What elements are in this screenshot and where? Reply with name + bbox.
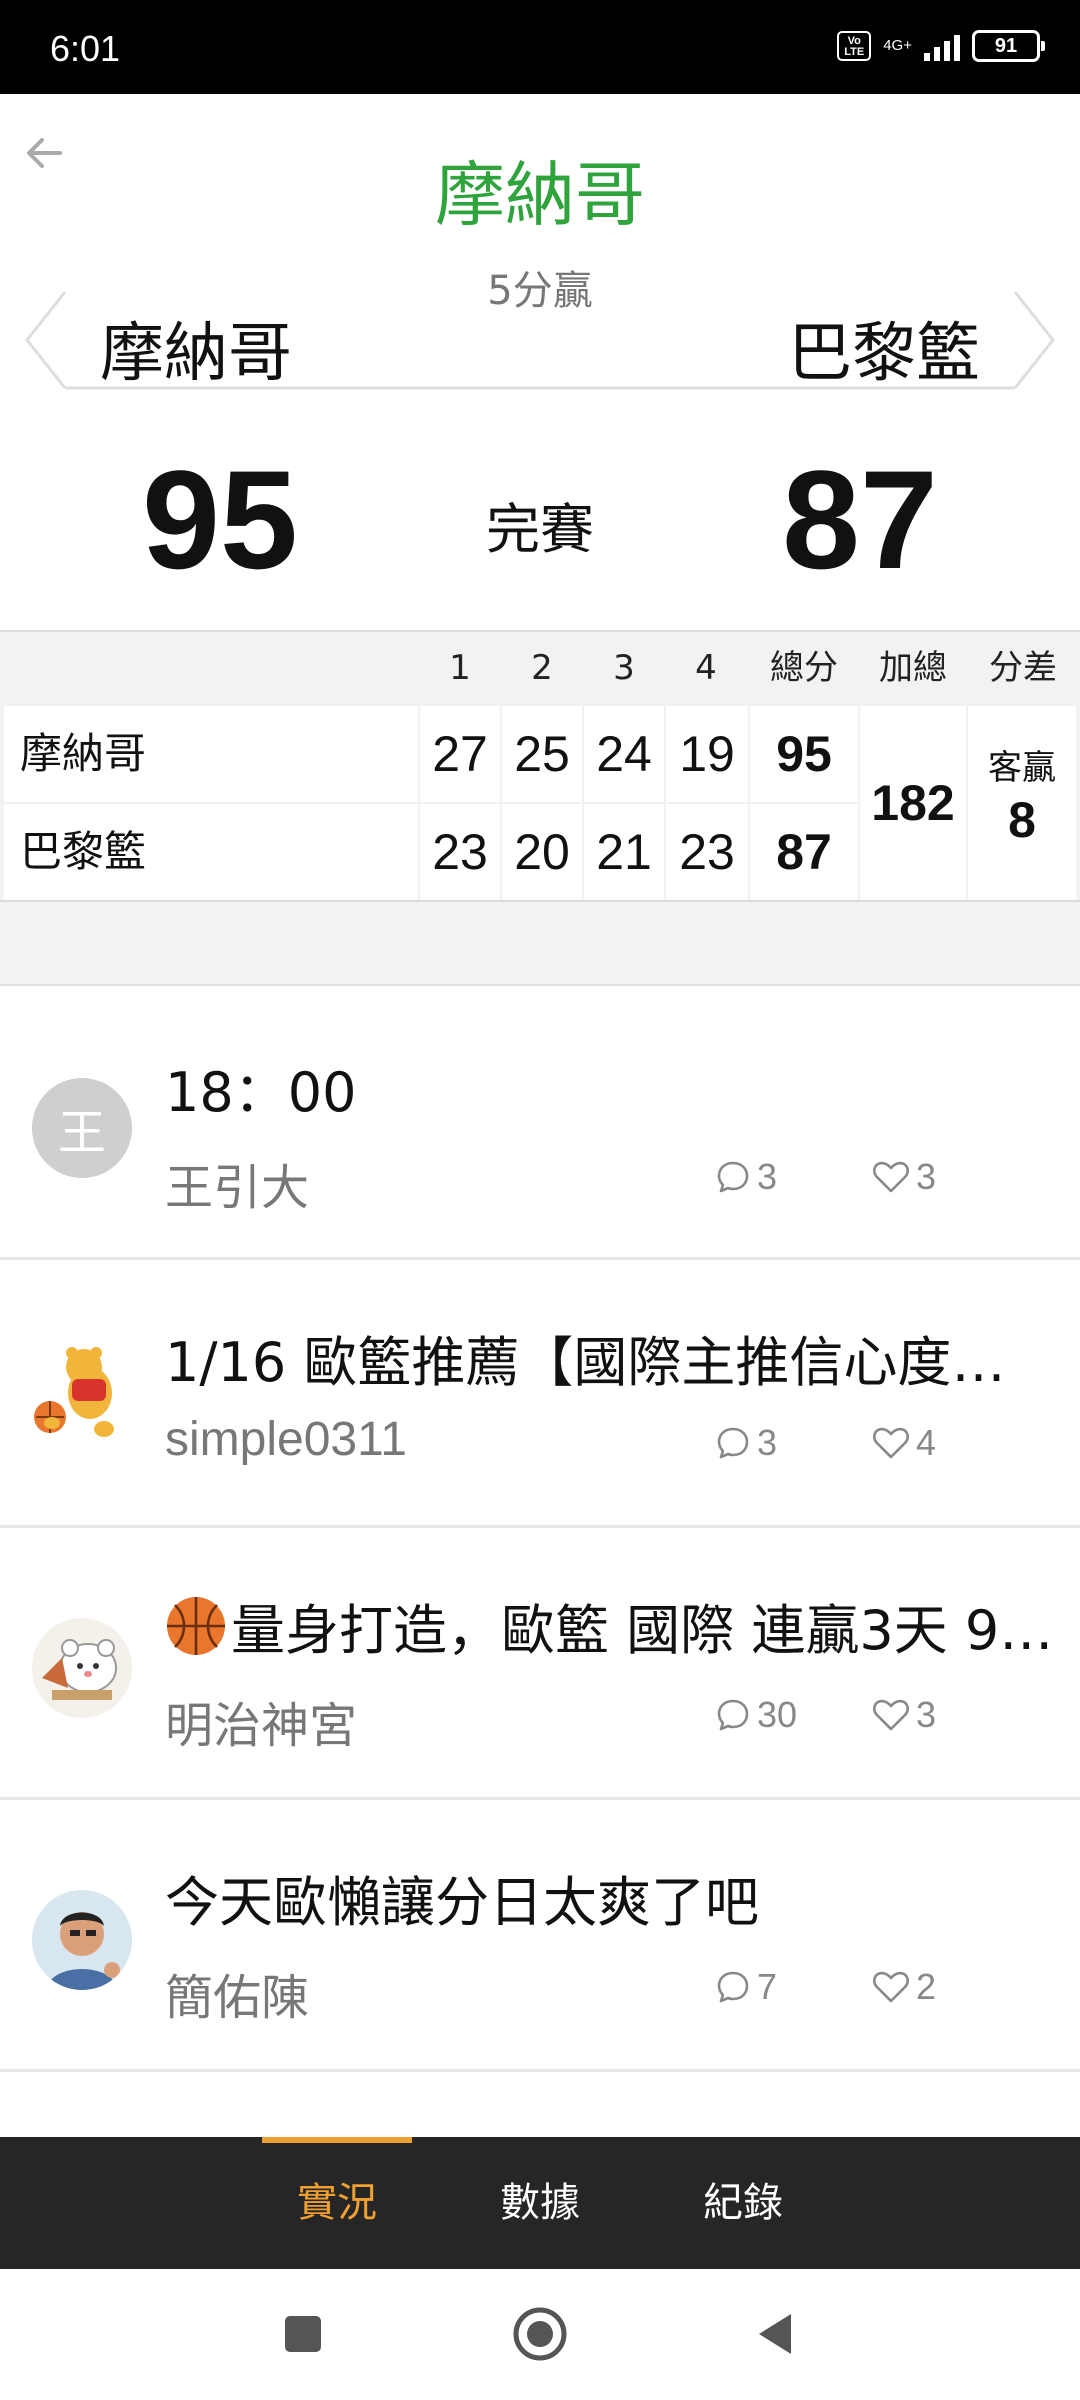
box-total: 95: [750, 706, 858, 802]
header-diff: 分差: [989, 648, 1057, 688]
status-icons: Vo LTE 4G+ 91: [837, 30, 1045, 62]
like-count[interactable]: 3: [872, 1156, 936, 1198]
comment-count-value: 3: [757, 1156, 778, 1197]
tab-live[interactable]: 實況: [262, 2137, 412, 2269]
box-cell: 25: [502, 706, 582, 802]
box-score-table: 1 2 3 4 總分 加總 分差 摩納哥 27 25 24 19 95 巴黎籃 …: [0, 630, 1080, 902]
match-title: 摩納哥: [435, 154, 645, 236]
box-cell: 23: [420, 804, 500, 900]
battery-level: 91: [994, 34, 1018, 57]
tab-records[interactable]: 紀錄: [668, 2137, 818, 2269]
comment-icon: [717, 1427, 749, 1459]
like-count[interactable]: 4: [872, 1422, 936, 1464]
header-q2: 2: [531, 648, 553, 688]
volte-icon: Vo LTE: [837, 31, 872, 61]
header-q4: 4: [695, 648, 717, 688]
comment-count-value: 30: [757, 1694, 798, 1735]
box-cell: 24: [584, 706, 664, 802]
list-item[interactable]: 量身打造，歐籃 國際 連贏3天 9… 明治神宮 30 3: [0, 1528, 1080, 1800]
status-time: 6:01: [50, 28, 121, 69]
avatar: [32, 1890, 132, 1990]
network-type-label: 4G+: [883, 37, 912, 54]
box-total: 87: [750, 804, 858, 900]
box-combined-total: 182: [860, 706, 966, 900]
home-icon[interactable]: [510, 2304, 570, 2364]
diff-label: 客贏: [988, 748, 1056, 788]
home-team-name[interactable]: 摩納哥: [100, 302, 292, 394]
post-title-text: 量身打造，歐籃 國際 連贏3天 9…: [231, 1599, 1054, 1662]
tab-stats[interactable]: 數據: [465, 2137, 615, 2269]
post-title[interactable]: 今天歐懶讓分日太爽了吧: [165, 1858, 1055, 1937]
team-bar: 摩納哥 巴黎籃: [25, 290, 1055, 391]
post-author[interactable]: 簡佑陳: [165, 1958, 309, 2028]
like-count-value: 4: [916, 1422, 937, 1463]
post-title[interactable]: 量身打造，歐籃 國際 連贏3天 9…: [165, 1586, 1055, 1665]
list-item[interactable]: 今天歐懶讓分日太爽了吧 簡佑陳 7 2: [0, 1800, 1080, 2072]
heart-icon: [873, 1699, 909, 1731]
signal-icon: [924, 31, 960, 61]
box-cell: 21: [584, 804, 664, 900]
post-title[interactable]: 1/16 歐籃推薦【國際主推信心度高…: [165, 1318, 1055, 1397]
comment-icon: [717, 1971, 749, 2003]
like-count[interactable]: 3: [872, 1694, 936, 1736]
recent-apps-icon[interactable]: [273, 2304, 333, 2364]
section-divider: [0, 902, 1080, 986]
comment-count-value: 7: [757, 1966, 778, 2007]
away-score: 87: [782, 441, 938, 598]
avatar-initial: 王: [32, 1078, 132, 1178]
list-item[interactable]: 王 18：00 王引大 3 3: [0, 988, 1080, 1260]
like-count[interactable]: 2: [872, 1966, 936, 2008]
comment-icon: [717, 1161, 749, 1193]
diff-value: 8: [1008, 792, 1036, 848]
avatar: 王: [32, 1078, 132, 1178]
heart-icon: [873, 1427, 909, 1459]
header-q1: 1: [449, 648, 471, 688]
list-item[interactable]: 1/16 歐籃推薦【國際主推信心度高… simple0311 3 4: [0, 1260, 1080, 1528]
avatar: [32, 1345, 132, 1445]
avatar: [32, 1618, 132, 1718]
box-cell: 27: [420, 706, 500, 802]
box-point-diff: 客贏 8: [968, 706, 1076, 900]
box-row-team: 巴黎籃: [4, 804, 418, 900]
comment-count[interactable]: 7: [715, 1966, 777, 2008]
heart-icon: [873, 1161, 909, 1193]
box-row-team: 摩納哥: [4, 706, 418, 802]
away-team-name[interactable]: 巴黎籃: [788, 302, 980, 394]
comment-icon: [717, 1699, 749, 1731]
like-count-value: 2: [916, 1966, 937, 2007]
post-title[interactable]: 18：00: [165, 1048, 1055, 1127]
back-icon[interactable]: [745, 2304, 805, 2364]
box-cell: 20: [502, 804, 582, 900]
header-total: 總分: [770, 648, 838, 688]
post-author[interactable]: 王引大: [165, 1148, 309, 1218]
post-author[interactable]: 明治神宮: [165, 1686, 357, 1756]
basketball-icon: [167, 1596, 225, 1655]
system-navigation-bar: [0, 2269, 1080, 2400]
heart-icon: [873, 1971, 909, 2003]
comment-count[interactable]: 30: [715, 1694, 797, 1736]
bottom-tab-bar: 實況 數據 紀錄: [0, 2137, 1080, 2269]
box-cell: 23: [666, 804, 748, 900]
status-bar: 6:01 Vo LTE 4G+ 91: [0, 0, 1080, 94]
like-count-value: 3: [916, 1156, 937, 1197]
post-author[interactable]: simple0311: [165, 1412, 407, 1467]
header-combined: 加總: [879, 648, 947, 688]
comment-count[interactable]: 3: [715, 1156, 777, 1198]
battery-icon: 91: [972, 30, 1045, 62]
like-count-value: 3: [916, 1694, 937, 1735]
box-cell: 19: [666, 706, 748, 802]
comment-count-value: 3: [757, 1422, 778, 1463]
comment-count[interactable]: 3: [715, 1422, 777, 1464]
header-q3: 3: [613, 648, 635, 688]
